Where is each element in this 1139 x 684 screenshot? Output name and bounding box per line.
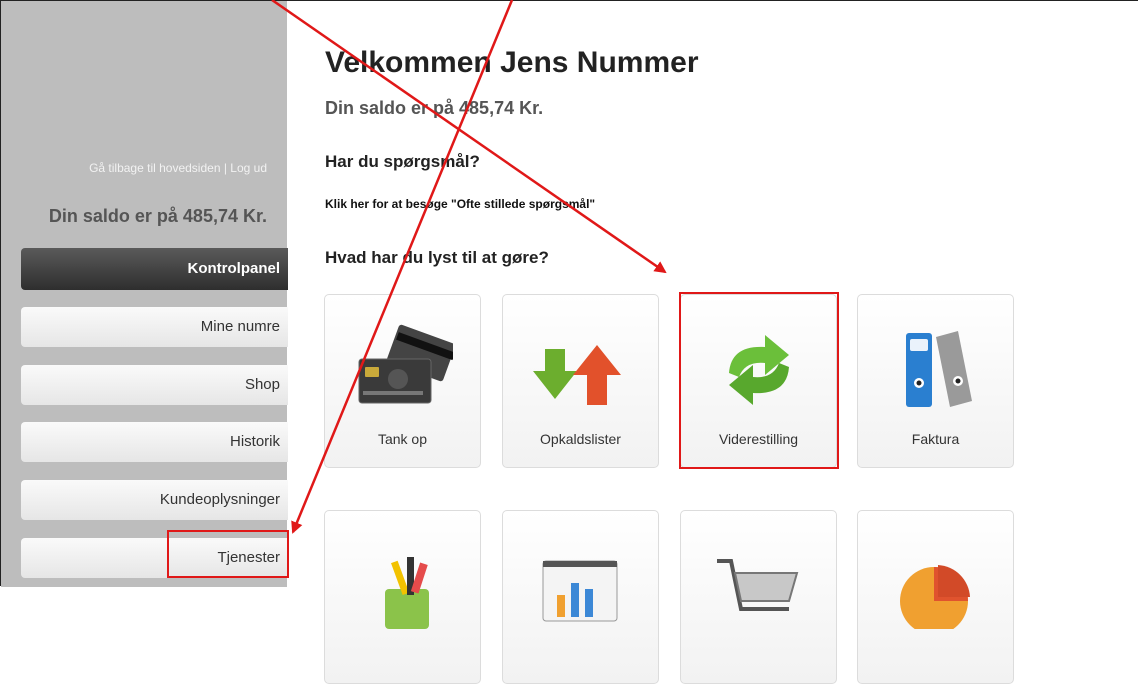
tile-label: Opkaldslister (540, 431, 621, 447)
tile-label: Viderestilling (718, 431, 799, 447)
tile-shop[interactable] (680, 510, 837, 684)
sidebar-item-mine-numre[interactable]: Mine numre (21, 307, 288, 347)
faq-link[interactable]: Klik her for at besøge "Ofte stillede sp… (325, 197, 595, 211)
sidebar: Gå tilbage til hovedsiden | Log ud Din s… (1, 1, 288, 587)
pen-cup-icon (385, 557, 429, 629)
shopping-cart-icon (717, 559, 799, 611)
bar-chart-icon (542, 560, 618, 622)
binders-icon (906, 331, 972, 407)
tile-opkaldslister[interactable]: Opkaldslister (502, 294, 659, 468)
pie-chart-icon (900, 565, 970, 629)
tile-label: Faktura (911, 431, 960, 447)
tile-viderestilling[interactable]: Viderestilling (680, 294, 837, 468)
sidebar-item-tjenester[interactable]: Tjenester (21, 538, 288, 578)
forward-arrows-icon (729, 335, 789, 405)
sidebar-item-historik[interactable]: Historik (21, 422, 288, 462)
tile-faktura[interactable]: Faktura (857, 294, 1014, 468)
sidebar-item-kundeoplysninger[interactable]: Kundeoplysninger (21, 480, 288, 520)
tile-tools[interactable] (324, 510, 481, 684)
control-panel-header: Kontrolpanel (21, 248, 288, 290)
tile-statistics[interactable] (502, 510, 659, 684)
balance-text: Din saldo er på 485,74 Kr. (325, 98, 544, 118)
question-heading: Har du spørgsmål? (325, 152, 480, 171)
tile-tank-op[interactable]: Tank op (324, 294, 481, 468)
actions-heading: Hvad har du lyst til at gøre? (325, 248, 549, 267)
sidebar-saldo: Din saldo er på 485,74 Kr. (48, 206, 267, 226)
sidebar-item-shop[interactable]: Shop (21, 365, 288, 405)
tile-reports[interactable] (857, 510, 1014, 684)
up-down-arrows-icon (533, 345, 621, 405)
page-title: Velkommen Jens Nummer (325, 46, 699, 79)
credit-card-icon (358, 324, 453, 404)
back-logout-links[interactable]: Gå tilbage til hovedsiden | Log ud (89, 161, 267, 175)
tile-label: Tank op (377, 431, 428, 447)
